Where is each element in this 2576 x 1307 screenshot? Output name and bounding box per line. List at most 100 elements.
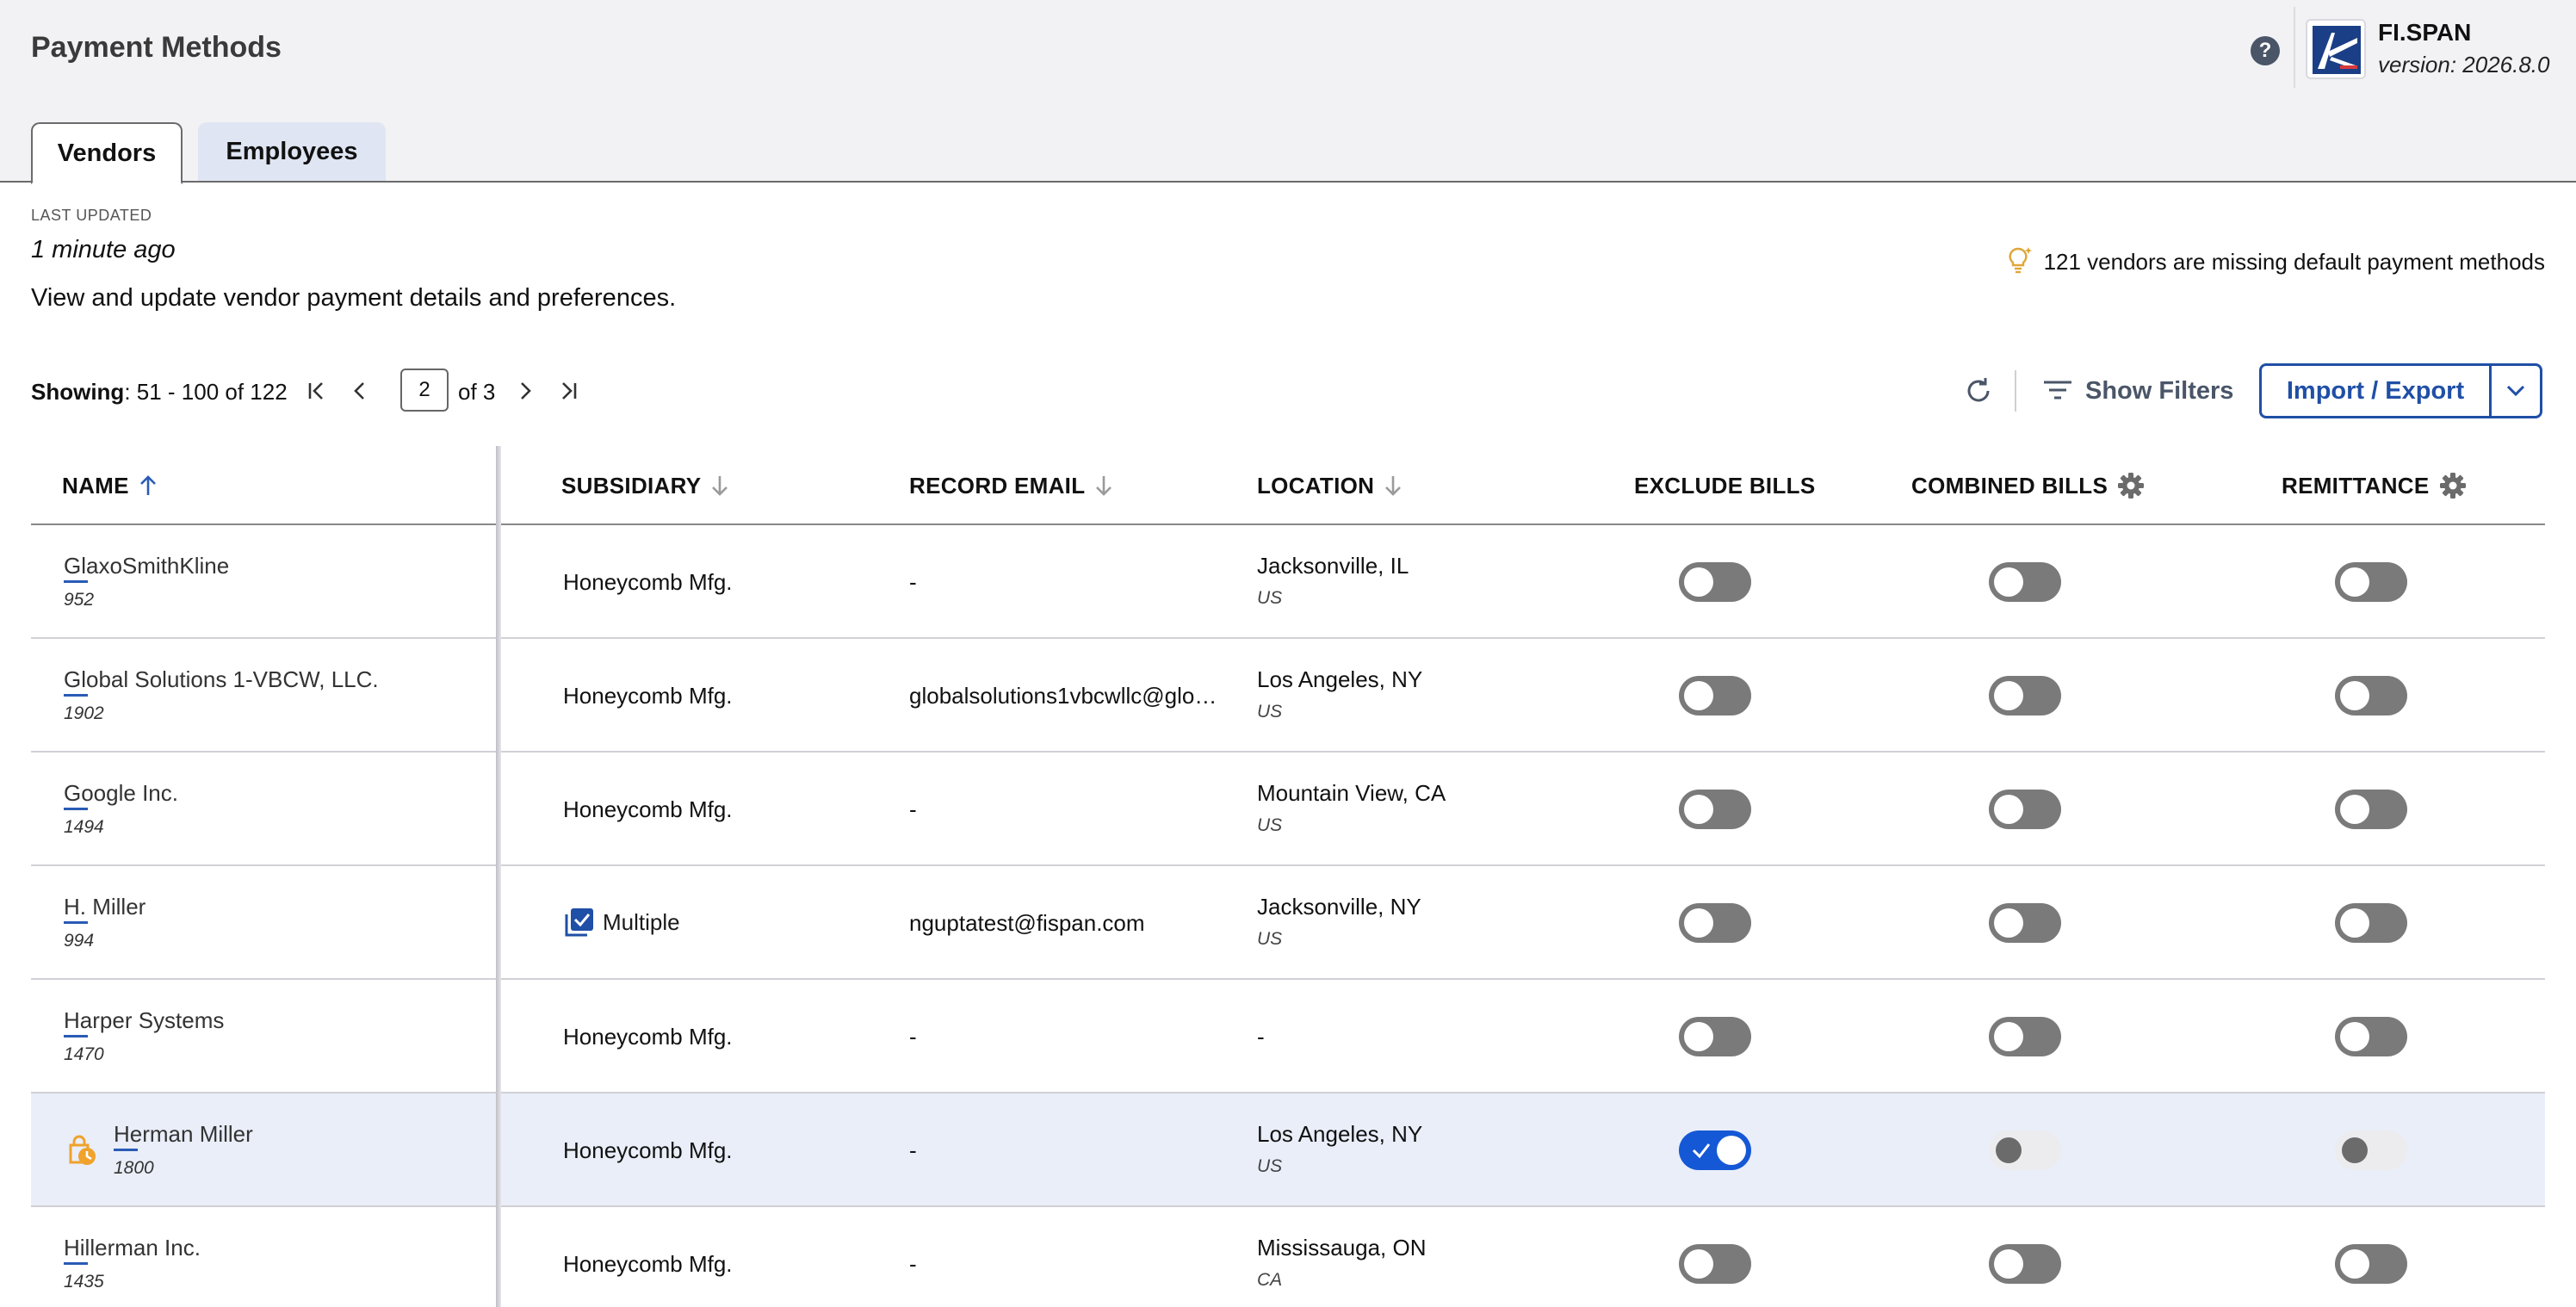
column-header-record-email[interactable]: RECORD EMAIL bbox=[909, 446, 1114, 525]
subsidiary-cell: Honeycomb Mfg. bbox=[563, 1251, 733, 1277]
brand-name: FI.SPAN bbox=[2378, 19, 2472, 46]
import-export-dropdown[interactable] bbox=[2489, 363, 2542, 418]
vendor-name-cell[interactable]: GlaxoSmithKline 952 bbox=[64, 553, 229, 610]
location-cell: Jacksonville, IL US bbox=[1257, 553, 1409, 608]
table-row[interactable]: Hillerman Inc. 1435 Honeycomb Mfg. - Mis… bbox=[31, 1207, 2545, 1307]
combined-bills-toggle[interactable] bbox=[1989, 1244, 2061, 1284]
remittance-toggle[interactable] bbox=[2335, 790, 2407, 829]
tab-employees[interactable]: Employees bbox=[198, 122, 386, 181]
column-header-name[interactable]: NAME bbox=[62, 446, 158, 525]
show-filters-button[interactable]: Show Filters bbox=[2042, 374, 2233, 408]
import-export-button[interactable]: Import / Export bbox=[2259, 363, 2492, 418]
brand-divider bbox=[2294, 7, 2295, 88]
frozen-column-divider bbox=[496, 446, 501, 1307]
combined-bills-toggle[interactable] bbox=[1989, 1130, 2061, 1170]
sort-descending-icon bbox=[1096, 476, 1112, 496]
table-header: NAME SUBSIDIARY RECORD EMAIL LOCATION EX… bbox=[31, 446, 2545, 525]
vendor-name-link[interactable]: Hillerman Inc. bbox=[64, 1235, 201, 1265]
vendor-name-cell[interactable]: H. Miller 994 bbox=[64, 894, 146, 951]
tab-vendors[interactable]: Vendors bbox=[31, 122, 183, 184]
subsidiary-cell: Honeycomb Mfg. bbox=[563, 1137, 733, 1163]
checkmark-icon bbox=[1692, 1143, 1711, 1159]
vendor-name-cell[interactable]: Google Inc. 1494 bbox=[64, 780, 178, 838]
exclude-bills-toggle[interactable] bbox=[1679, 1130, 1751, 1170]
record-email-cell: - bbox=[909, 796, 917, 822]
gear-icon[interactable] bbox=[2438, 471, 2468, 500]
fispan-logo bbox=[2306, 19, 2366, 79]
exclude-bills-toggle[interactable] bbox=[1679, 790, 1751, 829]
vendors-table: NAME SUBSIDIARY RECORD EMAIL LOCATION EX… bbox=[31, 446, 2545, 1307]
column-header-subsidiary[interactable]: SUBSIDIARY bbox=[561, 446, 730, 525]
vendor-id: 1902 bbox=[64, 703, 104, 723]
chevron-right-icon bbox=[521, 382, 531, 400]
record-email-cell: - bbox=[909, 1251, 917, 1277]
column-header-location[interactable]: LOCATION bbox=[1257, 446, 1403, 525]
remittance-toggle[interactable] bbox=[2335, 1130, 2407, 1170]
vendor-id: 1470 bbox=[64, 1044, 104, 1064]
page-number-input[interactable] bbox=[400, 369, 449, 412]
combined-bills-toggle[interactable] bbox=[1989, 790, 2061, 829]
last-page-button[interactable] bbox=[553, 375, 584, 406]
combined-bills-toggle[interactable] bbox=[1989, 1017, 2061, 1056]
table-row[interactable]: Google Inc. 1494 Honeycomb Mfg. - Mounta… bbox=[31, 753, 2545, 866]
vendor-name-link[interactable]: Herman Miller bbox=[114, 1121, 253, 1151]
exclude-bills-toggle[interactable] bbox=[1679, 1244, 1751, 1284]
remittance-toggle[interactable] bbox=[2335, 903, 2407, 943]
vendor-name-link[interactable]: Harper Systems bbox=[64, 1007, 224, 1038]
next-page-button[interactable] bbox=[510, 375, 541, 406]
subsidiary-multiple[interactable]: Multiple bbox=[563, 906, 680, 938]
exclude-bills-toggle[interactable] bbox=[1679, 903, 1751, 943]
table-row[interactable]: H. Miller 994 Multiple nguptatest@fispan… bbox=[31, 866, 2545, 980]
vendor-id: 1800 bbox=[114, 1158, 154, 1178]
first-page-button[interactable] bbox=[301, 375, 332, 406]
table-row[interactable]: GlaxoSmithKline 952 Honeycomb Mfg. - Jac… bbox=[31, 525, 2545, 639]
location-cell: Mountain View, CA US bbox=[1257, 780, 1446, 835]
help-icon[interactable]: ? bbox=[2251, 36, 2280, 65]
refresh-button[interactable] bbox=[1961, 374, 1996, 408]
lightbulb-icon bbox=[2006, 245, 2035, 280]
table-row[interactable]: Herman Miller 1800 Honeycomb Mfg. - Los … bbox=[31, 1093, 2545, 1207]
table-row[interactable]: Global Solutions 1-VBCW, LLC. 1902 Honey… bbox=[31, 639, 2545, 753]
exclude-bills-toggle[interactable] bbox=[1679, 1017, 1751, 1056]
vendor-name-cell[interactable]: Harper Systems 1470 bbox=[64, 1007, 224, 1065]
vendor-name-link[interactable]: Global Solutions 1-VBCW, LLC. bbox=[64, 666, 379, 697]
vendor-name-cell[interactable]: Global Solutions 1-VBCW, LLC. 1902 bbox=[64, 666, 379, 724]
vendor-name-link[interactable]: GlaxoSmithKline bbox=[64, 553, 229, 583]
location-cell: Mississauga, ON CA bbox=[1257, 1235, 1427, 1290]
exclude-bills-toggle[interactable] bbox=[1679, 562, 1751, 602]
combined-bills-toggle[interactable] bbox=[1989, 562, 2061, 602]
location-cell: - bbox=[1257, 1024, 1265, 1050]
prev-page-button[interactable] bbox=[344, 375, 375, 406]
remittance-toggle[interactable] bbox=[2335, 1244, 2407, 1284]
exclude-bills-toggle[interactable] bbox=[1679, 676, 1751, 715]
last-page-icon bbox=[562, 382, 577, 400]
missing-notice-text: 121 vendors are missing default payment … bbox=[2043, 249, 2545, 275]
gear-icon[interactable] bbox=[2116, 471, 2146, 500]
last-updated-label: LAST UPDATED bbox=[31, 207, 152, 224]
showing-count: Showing: 51 - 100 of 122 bbox=[31, 379, 288, 405]
subsidiary-cell: Honeycomb Mfg. bbox=[563, 683, 733, 709]
vendor-id: 994 bbox=[64, 931, 95, 951]
remittance-toggle[interactable] bbox=[2335, 1017, 2407, 1056]
location-cell: Jacksonville, NY US bbox=[1257, 894, 1421, 949]
combined-bills-toggle[interactable] bbox=[1989, 903, 2061, 943]
chevron-left-icon bbox=[354, 382, 364, 400]
page-description: View and update vendor payment details a… bbox=[31, 284, 677, 312]
app-version: version: 2026.8.0 bbox=[2378, 52, 2550, 77]
vendor-name-link[interactable]: Google Inc. bbox=[64, 780, 178, 810]
first-page-icon bbox=[308, 382, 323, 400]
combined-bills-toggle[interactable] bbox=[1989, 676, 2061, 715]
pending-clock-icon bbox=[64, 1133, 98, 1172]
multiple-checkbox-icon bbox=[565, 908, 593, 937]
subsidiary-cell: Honeycomb Mfg. bbox=[563, 569, 733, 595]
vendor-name-cell[interactable]: Hillerman Inc. 1435 bbox=[64, 1235, 201, 1292]
remittance-toggle[interactable] bbox=[2335, 562, 2407, 602]
filter-icon bbox=[2044, 381, 2071, 400]
remittance-toggle[interactable] bbox=[2335, 676, 2407, 715]
column-header-combined-bills: COMBINED BILLS bbox=[1911, 446, 2146, 525]
subsidiary-cell: Honeycomb Mfg. bbox=[563, 796, 733, 822]
vendor-name-link[interactable]: H. Miller bbox=[64, 894, 146, 924]
location-cell: Los Angeles, NY US bbox=[1257, 666, 1423, 722]
table-row[interactable]: Harper Systems 1470 Honeycomb Mfg. - - bbox=[31, 980, 2545, 1093]
vendor-name-cell[interactable]: Herman Miller 1800 bbox=[114, 1121, 253, 1179]
